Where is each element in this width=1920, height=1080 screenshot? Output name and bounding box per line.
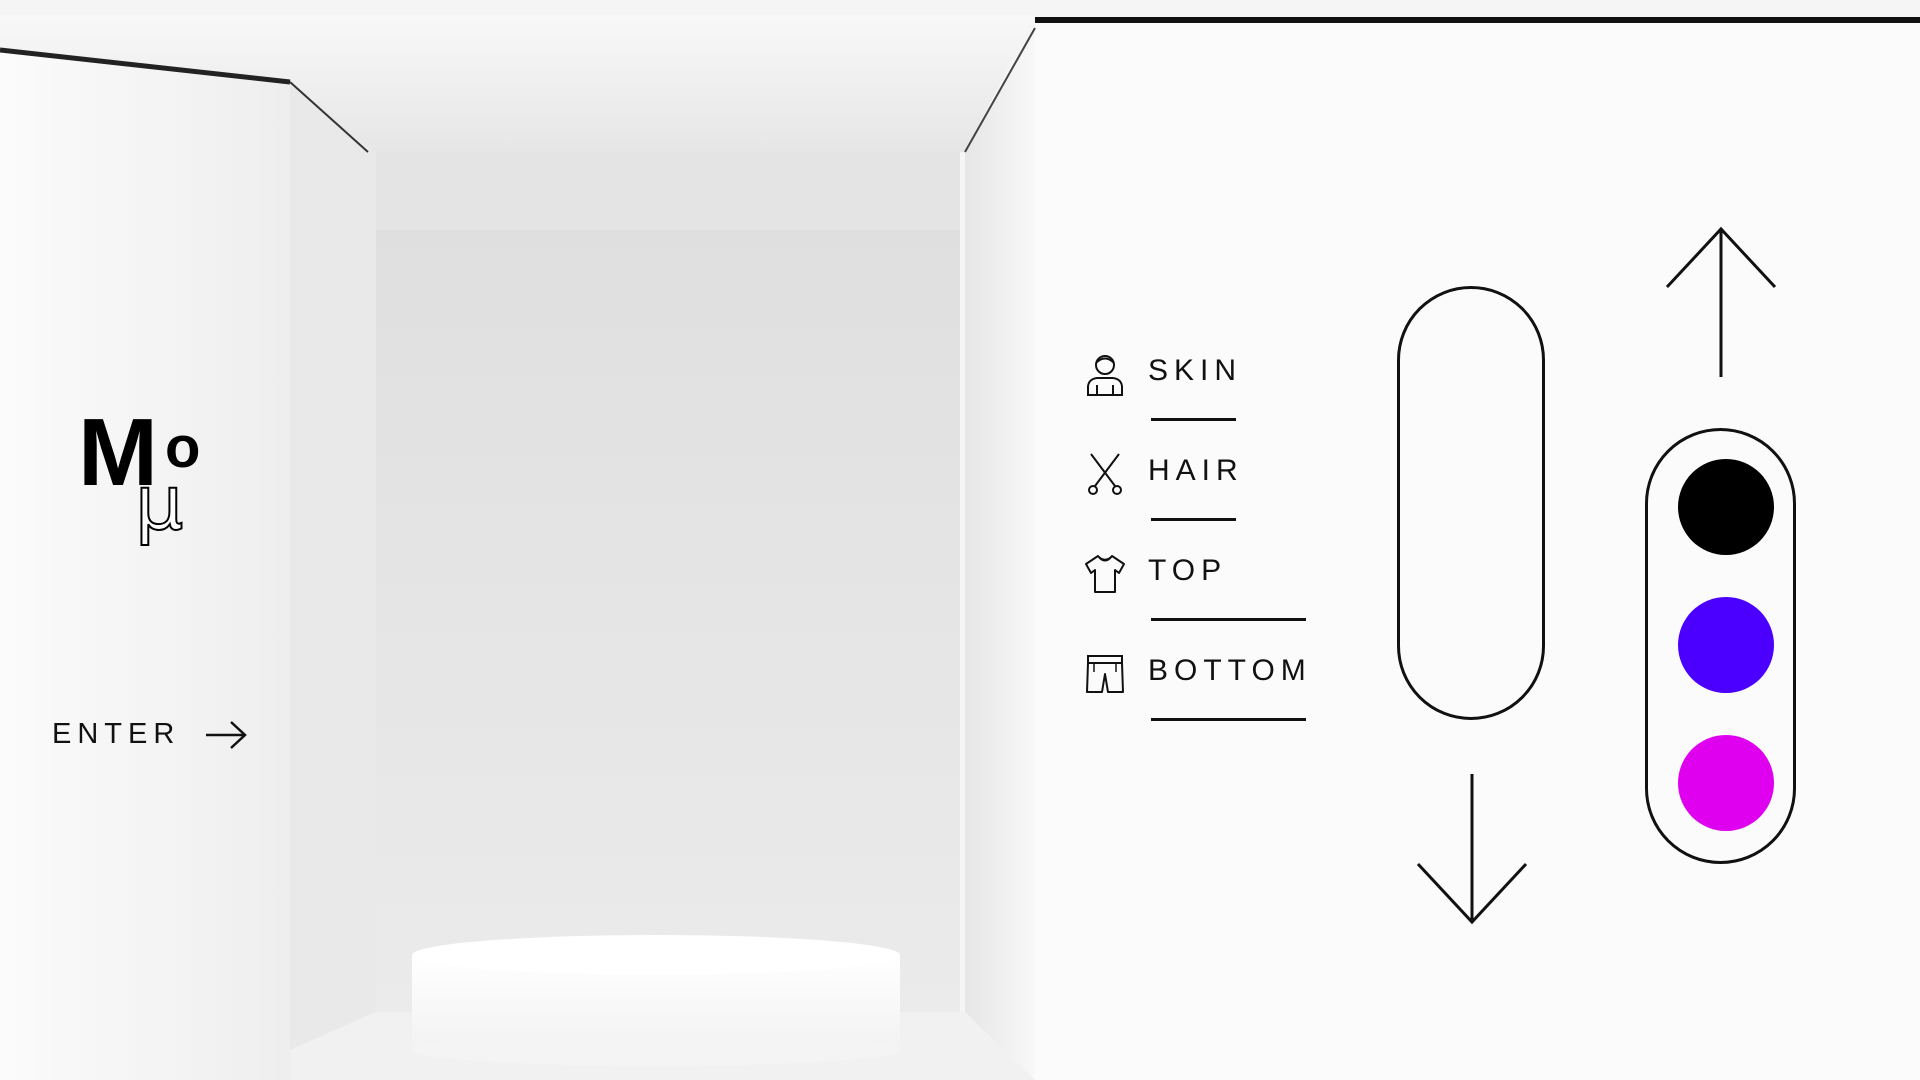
tshirt-icon (1085, 555, 1125, 593)
underline (1151, 618, 1306, 621)
menu-item-label: TOP (1148, 554, 1228, 587)
menu-item-label: HAIR (1148, 454, 1244, 487)
category-menu: SKIN HAIR TOP BOTTOM (1080, 342, 1330, 742)
color-swatch-blue[interactable] (1678, 597, 1774, 693)
color-swatch-magenta[interactable] (1678, 735, 1774, 831)
option-slider-track[interactable] (1397, 286, 1545, 720)
brand-logo: M o μ (78, 405, 218, 555)
color-selector (1645, 428, 1796, 864)
arrow-down-icon[interactable] (1416, 772, 1528, 926)
underline (1151, 718, 1306, 721)
menu-item-bottom[interactable]: BOTTOM (1080, 642, 1330, 742)
menu-item-top[interactable]: TOP (1080, 542, 1330, 642)
scissors-icon (1088, 453, 1122, 495)
color-swatch-black[interactable] (1678, 459, 1774, 555)
menu-item-label: SKIN (1148, 354, 1243, 387)
menu-item-hair[interactable]: HAIR (1080, 442, 1330, 542)
shorts-icon (1086, 655, 1124, 693)
enter-label: ENTER (52, 718, 181, 750)
arrow-right-icon (206, 720, 248, 749)
menu-item-label: BOTTOM (1148, 654, 1312, 687)
underline (1151, 418, 1236, 421)
person-icon (1087, 355, 1123, 396)
arrow-up-icon[interactable] (1665, 225, 1777, 379)
underline (1151, 518, 1236, 521)
menu-item-skin[interactable]: SKIN (1080, 342, 1330, 442)
logo-letter-mu: μ (134, 458, 184, 547)
enter-button[interactable]: ENTER (52, 718, 248, 751)
room-scene (0, 0, 1920, 1080)
